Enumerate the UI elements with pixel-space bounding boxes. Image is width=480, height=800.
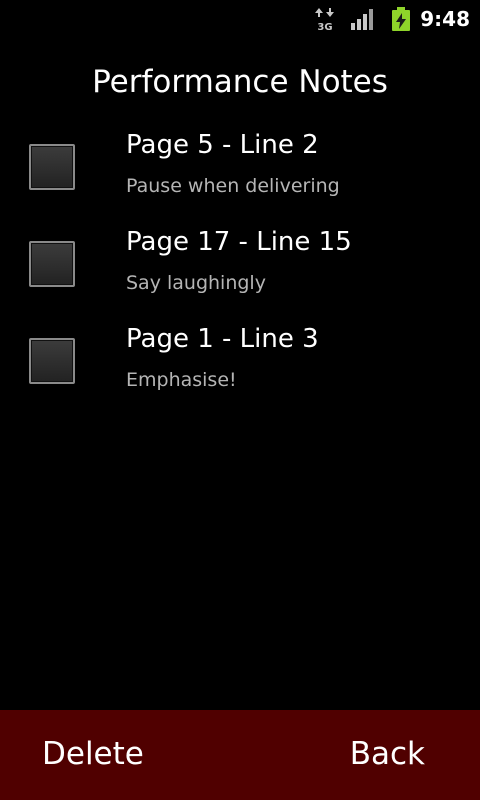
signal-strength-icon [351, 9, 373, 30]
note-checkbox[interactable] [29, 144, 75, 190]
note-subtitle: Emphasise! [126, 369, 237, 391]
battery-charging-icon [392, 7, 410, 31]
note-checkbox[interactable] [29, 338, 75, 384]
note-list-item[interactable]: Page 1 - Line 3 Emphasise! [0, 324, 480, 420]
back-button[interactable]: Back [350, 736, 425, 772]
note-title: Page 5 - Line 2 [126, 130, 319, 160]
delete-button[interactable]: Delete [42, 736, 144, 772]
status-time: 9:48 [420, 7, 470, 31]
note-title: Page 17 - Line 15 [126, 227, 352, 257]
note-list-item[interactable]: Page 17 - Line 15 Say laughingly [0, 227, 480, 323]
note-checkbox[interactable] [29, 241, 75, 287]
page-title: Performance Notes [92, 64, 388, 100]
svg-text:3G: 3G [317, 22, 332, 32]
note-subtitle: Say laughingly [126, 272, 266, 294]
note-title: Page 1 - Line 3 [126, 324, 319, 354]
note-subtitle: Pause when delivering [126, 175, 340, 197]
bottom-action-bar: Delete Back [0, 710, 480, 800]
status-bar: 3G 9:48 [0, 0, 480, 38]
note-list-item[interactable]: Page 5 - Line 2 Pause when delivering [0, 130, 480, 226]
3g-data-icon: 3G [315, 8, 334, 32]
